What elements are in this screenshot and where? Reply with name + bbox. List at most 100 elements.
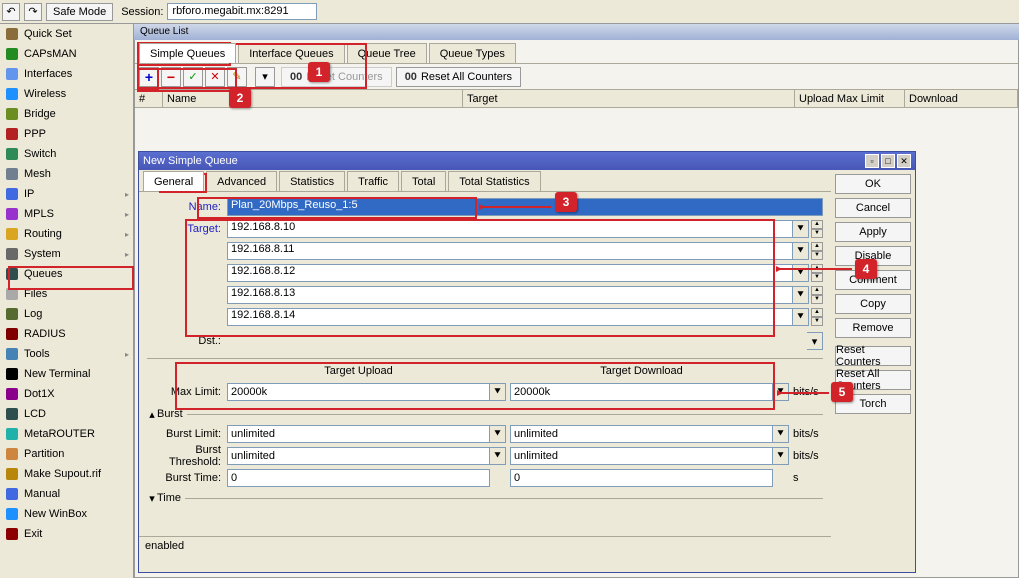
filter-button[interactable]: ▾ [255,67,275,87]
sidebar-item-wireless[interactable]: Wireless [0,84,133,104]
dialog-apply-button[interactable]: Apply [835,222,911,242]
dialog-remove-button[interactable]: Remove [835,318,911,338]
target-dropdown-1[interactable]: ⯆ [793,242,809,260]
sidebar-item-manual[interactable]: Manual [0,484,133,504]
safe-mode-button[interactable]: Safe Mode [46,3,113,21]
target-updown-0[interactable]: ▲▼ [811,220,823,238]
burst-time-up-input[interactable]: 0 [227,469,490,487]
target-input-2[interactable]: 192.168.8.12 [227,264,793,282]
undo-button[interactable]: ↶ [2,3,20,21]
col-upload-max[interactable]: Upload Max Limit [795,90,905,107]
burst-time-down-input[interactable]: 0 [510,469,773,487]
dialog-tab-total-statistics[interactable]: Total Statistics [448,171,540,191]
sidebar-item-label: System [24,248,61,260]
burst-limit-down-dd[interactable]: ⯆ [773,425,789,443]
sidebar-item-metarouter[interactable]: MetaROUTER [0,424,133,444]
redo-button[interactable]: ↷ [24,3,42,21]
target-input-1[interactable]: 192.168.8.11 [227,242,793,260]
sidebar-item-bridge[interactable]: Bridge [0,104,133,124]
burst-limit-up-input[interactable]: unlimited [227,425,490,443]
target-input-0[interactable]: 192.168.8.10 [227,220,793,238]
bits-unit: bits/s [793,386,823,398]
max-limit-upload-dropdown[interactable]: ⯆ [490,383,506,401]
sidebar-item-ppp[interactable]: PPP [0,124,133,144]
max-limit-download-dropdown[interactable]: ⯆ [773,383,789,401]
sidebar-item-quick-set[interactable]: Quick Set [0,24,133,44]
target-dropdown-0[interactable]: ⯆ [793,220,809,238]
dialog-tab-statistics[interactable]: Statistics [279,171,345,191]
sidebar-item-make-supout-rif[interactable]: Make Supout.rif [0,464,133,484]
sidebar-item-routing[interactable]: Routing▸ [0,224,133,244]
max-limit-download-input[interactable]: 20000k [510,383,773,401]
dialog-max-button[interactable]: □ [881,154,895,168]
dialog-tab-advanced[interactable]: Advanced [206,171,277,191]
disable-button[interactable]: ✕ [205,67,225,87]
sidebar-item-dot1x[interactable]: Dot1X [0,384,133,404]
dialog-cancel-button[interactable]: Cancel [835,198,911,218]
time-toggle[interactable]: ▾ [147,492,157,505]
sidebar-item-system[interactable]: System▸ [0,244,133,264]
enable-button[interactable]: ✓ [183,67,203,87]
tab-interface-queues[interactable]: Interface Queues [238,43,344,63]
sidebar-item-partition[interactable]: Partition [0,444,133,464]
sidebar-item-new-winbox[interactable]: New WinBox [0,504,133,524]
comment-button[interactable]: ✎ [227,67,247,87]
sidebar-item-ip[interactable]: IP▸ [0,184,133,204]
sidebar-item-lcd[interactable]: LCD [0,404,133,424]
dst-dropdown[interactable]: ▾ [807,332,823,350]
sidebar-item-capsman[interactable]: CAPsMAN [0,44,133,64]
sidebar-item-log[interactable]: Log [0,304,133,324]
sidebar-item-new-terminal[interactable]: New Terminal [0,364,133,384]
dialog-tab-general[interactable]: General [143,171,204,191]
burst-thr-down-input[interactable]: unlimited [510,447,773,465]
tab-queue-types[interactable]: Queue Types [429,43,516,63]
reset-counters-button[interactable]: 00Reset Counters [281,67,392,87]
target-updown-3[interactable]: ▲▼ [811,286,823,304]
tab-simple-queues[interactable]: Simple Queues [139,43,236,63]
sidebar-item-tools[interactable]: Tools▸ [0,344,133,364]
burst-limit-up-dd[interactable]: ⯆ [490,425,506,443]
name-input[interactable]: Plan_20Mbps_Reuso_1:5 [227,198,823,216]
dialog-tab-total[interactable]: Total [401,171,446,191]
sidebar-item-mesh[interactable]: Mesh [0,164,133,184]
dialog-titlebar[interactable]: New Simple Queue ▫ □ ✕ [139,152,915,170]
col-target[interactable]: Target [463,90,795,107]
dialog-tab-traffic[interactable]: Traffic [347,171,399,191]
target-updown-4[interactable]: ▲▼ [811,308,823,326]
col-download-max[interactable]: Download [905,90,1018,107]
col-name[interactable]: Name [163,90,463,107]
target-dropdown-2[interactable]: ⯆ [793,264,809,282]
dialog-copy-button[interactable]: Copy [835,294,911,314]
remove-item-button[interactable]: − [161,67,181,87]
queue-list-tabs: Simple QueuesInterface QueuesQueue TreeQ… [135,40,1018,64]
sidebar-item-mpls[interactable]: MPLS▸ [0,204,133,224]
target-dropdown-3[interactable]: ⯆ [793,286,809,304]
burst-thr-up-dd[interactable]: ⯆ [490,447,506,465]
max-limit-upload-input[interactable]: 20000k [227,383,490,401]
oo-icon: 00 [290,71,302,83]
reset-all-counters-button[interactable]: 00Reset All Counters [396,67,521,87]
dialog-reset-counters-button[interactable]: Reset Counters [835,346,911,366]
burst-toggle[interactable]: ▴ [147,408,157,421]
target-updown-2[interactable]: ▲▼ [811,264,823,282]
sidebar-item-radius[interactable]: RADIUS [0,324,133,344]
bits-unit: bits/s [793,450,823,462]
tab-queue-tree[interactable]: Queue Tree [347,43,427,63]
target-updown-1[interactable]: ▲▼ [811,242,823,260]
sidebar-item-label: Exit [24,528,42,540]
burst-limit-down-input[interactable]: unlimited [510,425,773,443]
target-dropdown-4[interactable]: ⯆ [793,308,809,326]
target-input-3[interactable]: 192.168.8.13 [227,286,793,304]
sidebar-item-interfaces[interactable]: Interfaces [0,64,133,84]
col-number[interactable]: # [135,90,163,107]
sidebar-item-exit[interactable]: Exit [0,524,133,544]
burst-thr-up-input[interactable]: unlimited [227,447,490,465]
dialog-min-button[interactable]: ▫ [865,154,879,168]
burst-thr-down-dd[interactable]: ⯆ [773,447,789,465]
target-input-4[interactable]: 192.168.8.14 [227,308,793,326]
dialog-ok-button[interactable]: OK [835,174,911,194]
dialog-close-button[interactable]: ✕ [897,154,911,168]
add-button[interactable]: + [139,67,159,87]
sidebar-item-switch[interactable]: Switch [0,144,133,164]
burst-limit-label: Burst Limit: [147,428,227,440]
